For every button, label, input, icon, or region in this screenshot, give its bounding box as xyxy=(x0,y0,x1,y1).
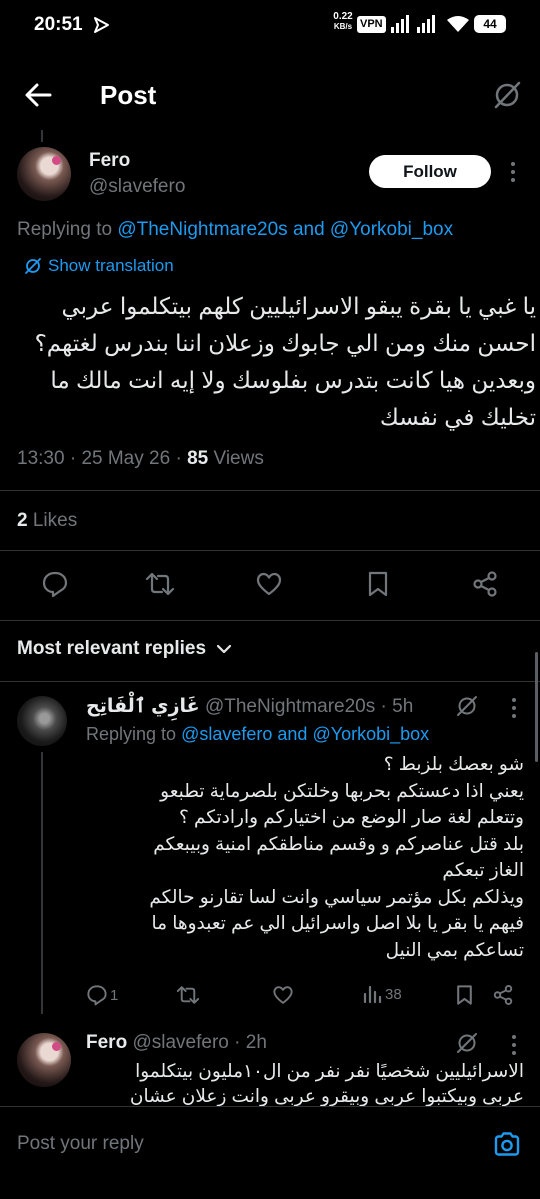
post-author-name[interactable]: Fero xyxy=(89,150,130,172)
more-options-icon[interactable] xyxy=(510,697,518,719)
reply-header: غَازِي ٱلْفَاتِح @TheNightmare20s · 5h xyxy=(86,696,414,717)
battery-icon: 44 xyxy=(474,15,506,33)
replying-to: Replying to @TheNightmare20s and @Yorkob… xyxy=(17,219,454,240)
grok-icon[interactable] xyxy=(492,80,522,110)
share-icon[interactable] xyxy=(492,984,514,1006)
avatar[interactable] xyxy=(17,147,71,201)
follow-button[interactable]: Follow xyxy=(369,155,491,188)
reply-composer: Post your reply xyxy=(0,1106,540,1199)
more-options-icon[interactable] xyxy=(510,1034,518,1056)
sort-replies-dropdown[interactable]: Most relevant replies xyxy=(17,638,232,660)
avatar[interactable] xyxy=(17,696,67,746)
reply-icon[interactable] xyxy=(41,570,69,598)
avatar[interactable] xyxy=(17,1033,71,1087)
views-count: 85 xyxy=(187,448,209,469)
signal-icon-2 xyxy=(416,14,438,34)
thread-line xyxy=(41,130,43,142)
status-time: 20:51 xyxy=(34,14,83,35)
grok-icon[interactable] xyxy=(456,695,478,717)
thread-line xyxy=(41,752,43,1014)
post-meta: 13:30 · 25 May 26 · 85 Views xyxy=(17,448,264,469)
likes-count[interactable]: 2 Likes xyxy=(17,510,77,532)
mention-link[interactable]: @Yorkobi_box xyxy=(330,219,453,240)
reply-input[interactable]: Post your reply xyxy=(17,1133,144,1155)
status-bar: 20:51 0.22 KB/s VPN 44 xyxy=(0,0,540,52)
share-icon[interactable] xyxy=(471,570,499,598)
reply-text: شو بعصك بلزبط ؟ يعني اذا دعستكم بحربها و… xyxy=(149,753,524,960)
reply-time: 2h xyxy=(245,1032,267,1053)
reply-action[interactable]: 1 xyxy=(86,984,118,1006)
back-arrow-icon[interactable] xyxy=(24,82,52,108)
like-icon[interactable] xyxy=(255,570,283,598)
show-translation[interactable]: Show translation xyxy=(24,256,174,276)
net-speed: 0.22 KB/s xyxy=(333,11,353,32)
bookmark-icon[interactable] xyxy=(455,984,474,1006)
grok-icon[interactable] xyxy=(456,1032,478,1054)
reply-author-handle[interactable]: @slavefero xyxy=(132,1032,228,1053)
repost-icon[interactable] xyxy=(176,984,200,1006)
replying-to: Replying to @slavefero and @Yorkobi_box xyxy=(86,724,430,744)
post-text: يا غبي يا بقرة يبقو الاسرائيليين كلهم بي… xyxy=(34,293,536,430)
views-action[interactable]: 38 xyxy=(362,984,402,1004)
bookmark-icon[interactable] xyxy=(366,570,390,598)
reply-time: 5h xyxy=(392,696,414,717)
divider xyxy=(0,550,540,551)
top-app-bar: Post xyxy=(0,60,540,130)
vpn-badge: VPN xyxy=(357,16,386,33)
scrollbar-thumb[interactable] xyxy=(535,652,538,762)
divider xyxy=(0,490,540,491)
reply-author-handle[interactable]: @TheNightmare20s xyxy=(205,696,375,717)
reply-text: الاسرائيليين شخصيًا نفر نفر من ال١٠مليون… xyxy=(129,1060,524,1106)
mention-link[interactable]: @slavefero xyxy=(181,724,272,744)
repost-icon[interactable] xyxy=(145,570,175,598)
like-icon[interactable] xyxy=(272,984,294,1006)
more-options-icon[interactable] xyxy=(509,160,517,184)
grok-icon xyxy=(24,257,42,275)
reply-header: Fero @slavefero · 2h xyxy=(86,1032,267,1053)
reply-icon xyxy=(86,984,108,1006)
camera-icon[interactable] xyxy=(493,1131,521,1157)
divider xyxy=(0,620,540,621)
chevron-down-icon xyxy=(216,643,232,655)
send-icon xyxy=(92,16,110,34)
reply-author-name[interactable]: Fero xyxy=(86,1032,127,1053)
mention-link[interactable]: @Yorkobi_box xyxy=(312,724,429,744)
post-author-handle[interactable]: @slavefero xyxy=(89,176,185,198)
reply-author-name[interactable]: غَازِي ٱلْفَاتِح xyxy=(86,696,200,717)
divider xyxy=(0,681,540,682)
mention-link[interactable]: @TheNightmare20s xyxy=(117,219,287,240)
wifi-icon xyxy=(446,15,470,33)
signal-icon xyxy=(390,14,412,34)
page-title: Post xyxy=(100,80,157,110)
analytics-icon xyxy=(362,984,382,1004)
